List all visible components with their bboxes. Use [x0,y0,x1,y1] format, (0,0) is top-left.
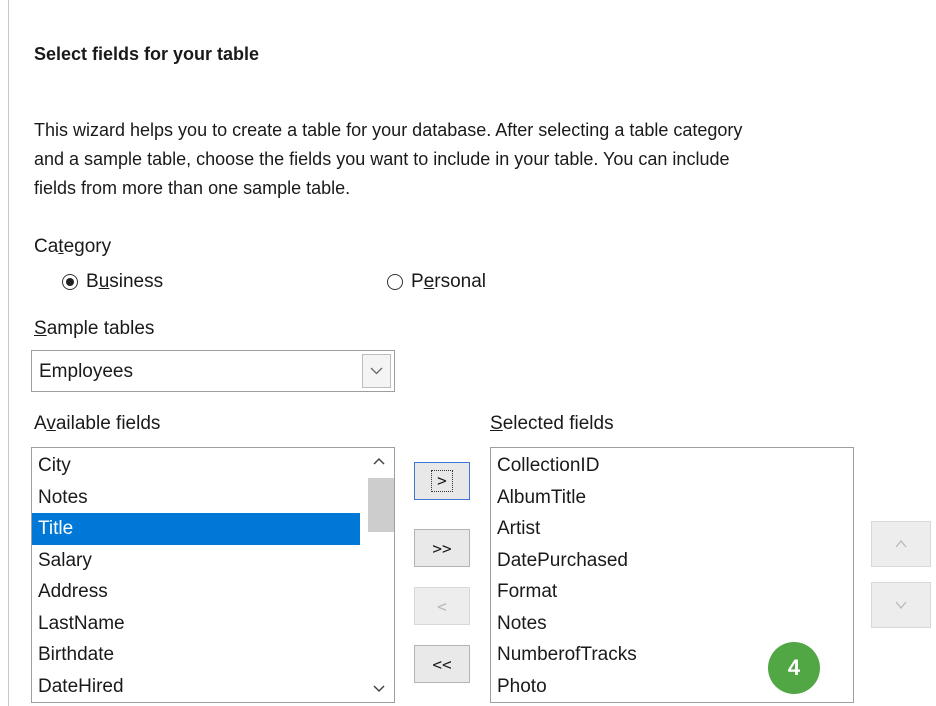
available-field-item[interactable]: DateHired [32,671,360,703]
description-line: This wizard helps you to create a table … [34,120,743,140]
selected-field-item[interactable]: Artist [491,513,851,545]
remove-all-fields-button[interactable]: << [414,645,470,683]
dropdown-arrow-button[interactable] [362,354,391,388]
add-field-button[interactable]: > [414,462,470,500]
selected-fields-label: Selected fields [490,413,614,434]
chevron-down-icon [373,685,385,693]
chevron-up-icon [895,539,907,548]
remove-field-button[interactable]: < [414,587,470,625]
available-field-item[interactable]: Notes [32,482,360,514]
selected-field-item[interactable]: AlbumTitle [491,482,851,514]
chevron-up-icon [373,457,385,465]
move-down-button[interactable] [871,582,931,628]
available-field-item[interactable]: Birthdate [32,639,360,671]
sample-tables-dropdown[interactable]: Employees [31,350,395,392]
selected-field-item[interactable]: CollectionID [491,450,851,482]
radio-selected-icon [62,274,78,290]
wizard-description: This wizard helps you to create a table … [34,116,934,203]
page-edge-line [8,0,9,706]
radio-personal[interactable]: Personal [387,271,486,293]
category-label: Category [34,236,112,257]
radio-business[interactable]: Business [62,271,163,293]
available-field-item[interactable]: Salary [32,545,360,577]
sample-tables-value: Employees [39,361,133,382]
add-all-fields-button[interactable]: >> [414,529,470,567]
move-up-button[interactable] [871,521,931,567]
page-title: Select fields for your table [34,44,260,64]
selected-field-item[interactable]: Format [491,576,851,608]
description-line: and a sample table, choose the fields yo… [34,149,730,169]
sample-tables-label: Sample tables [34,318,155,339]
description-line: fields from more than one sample table. [34,178,351,198]
available-field-item[interactable]: LastName [32,608,360,640]
available-fields-label: Available fields [34,413,161,434]
add-field-label: > [431,470,453,492]
available-field-item[interactable]: City [32,450,360,482]
radio-personal-label: Personal [411,271,487,292]
available-fields-scrollbar[interactable] [364,448,394,702]
scroll-down-button[interactable] [364,676,394,702]
chevron-down-icon [895,601,907,610]
radio-business-label: Business [86,271,164,292]
available-field-item[interactable]: Address [32,576,360,608]
available-fields-list[interactable]: City Notes Title Salary Address LastName… [31,447,395,703]
chevron-down-icon [370,367,383,375]
available-field-item-selected[interactable]: Title [32,513,360,545]
radio-unselected-icon [387,274,403,290]
callout-badge: 4 [768,642,820,694]
scroll-thumb[interactable] [368,478,394,532]
selected-field-item[interactable]: Notes [491,608,851,640]
selected-field-item[interactable]: DatePurchased [491,545,851,577]
scroll-up-button[interactable] [364,448,394,474]
